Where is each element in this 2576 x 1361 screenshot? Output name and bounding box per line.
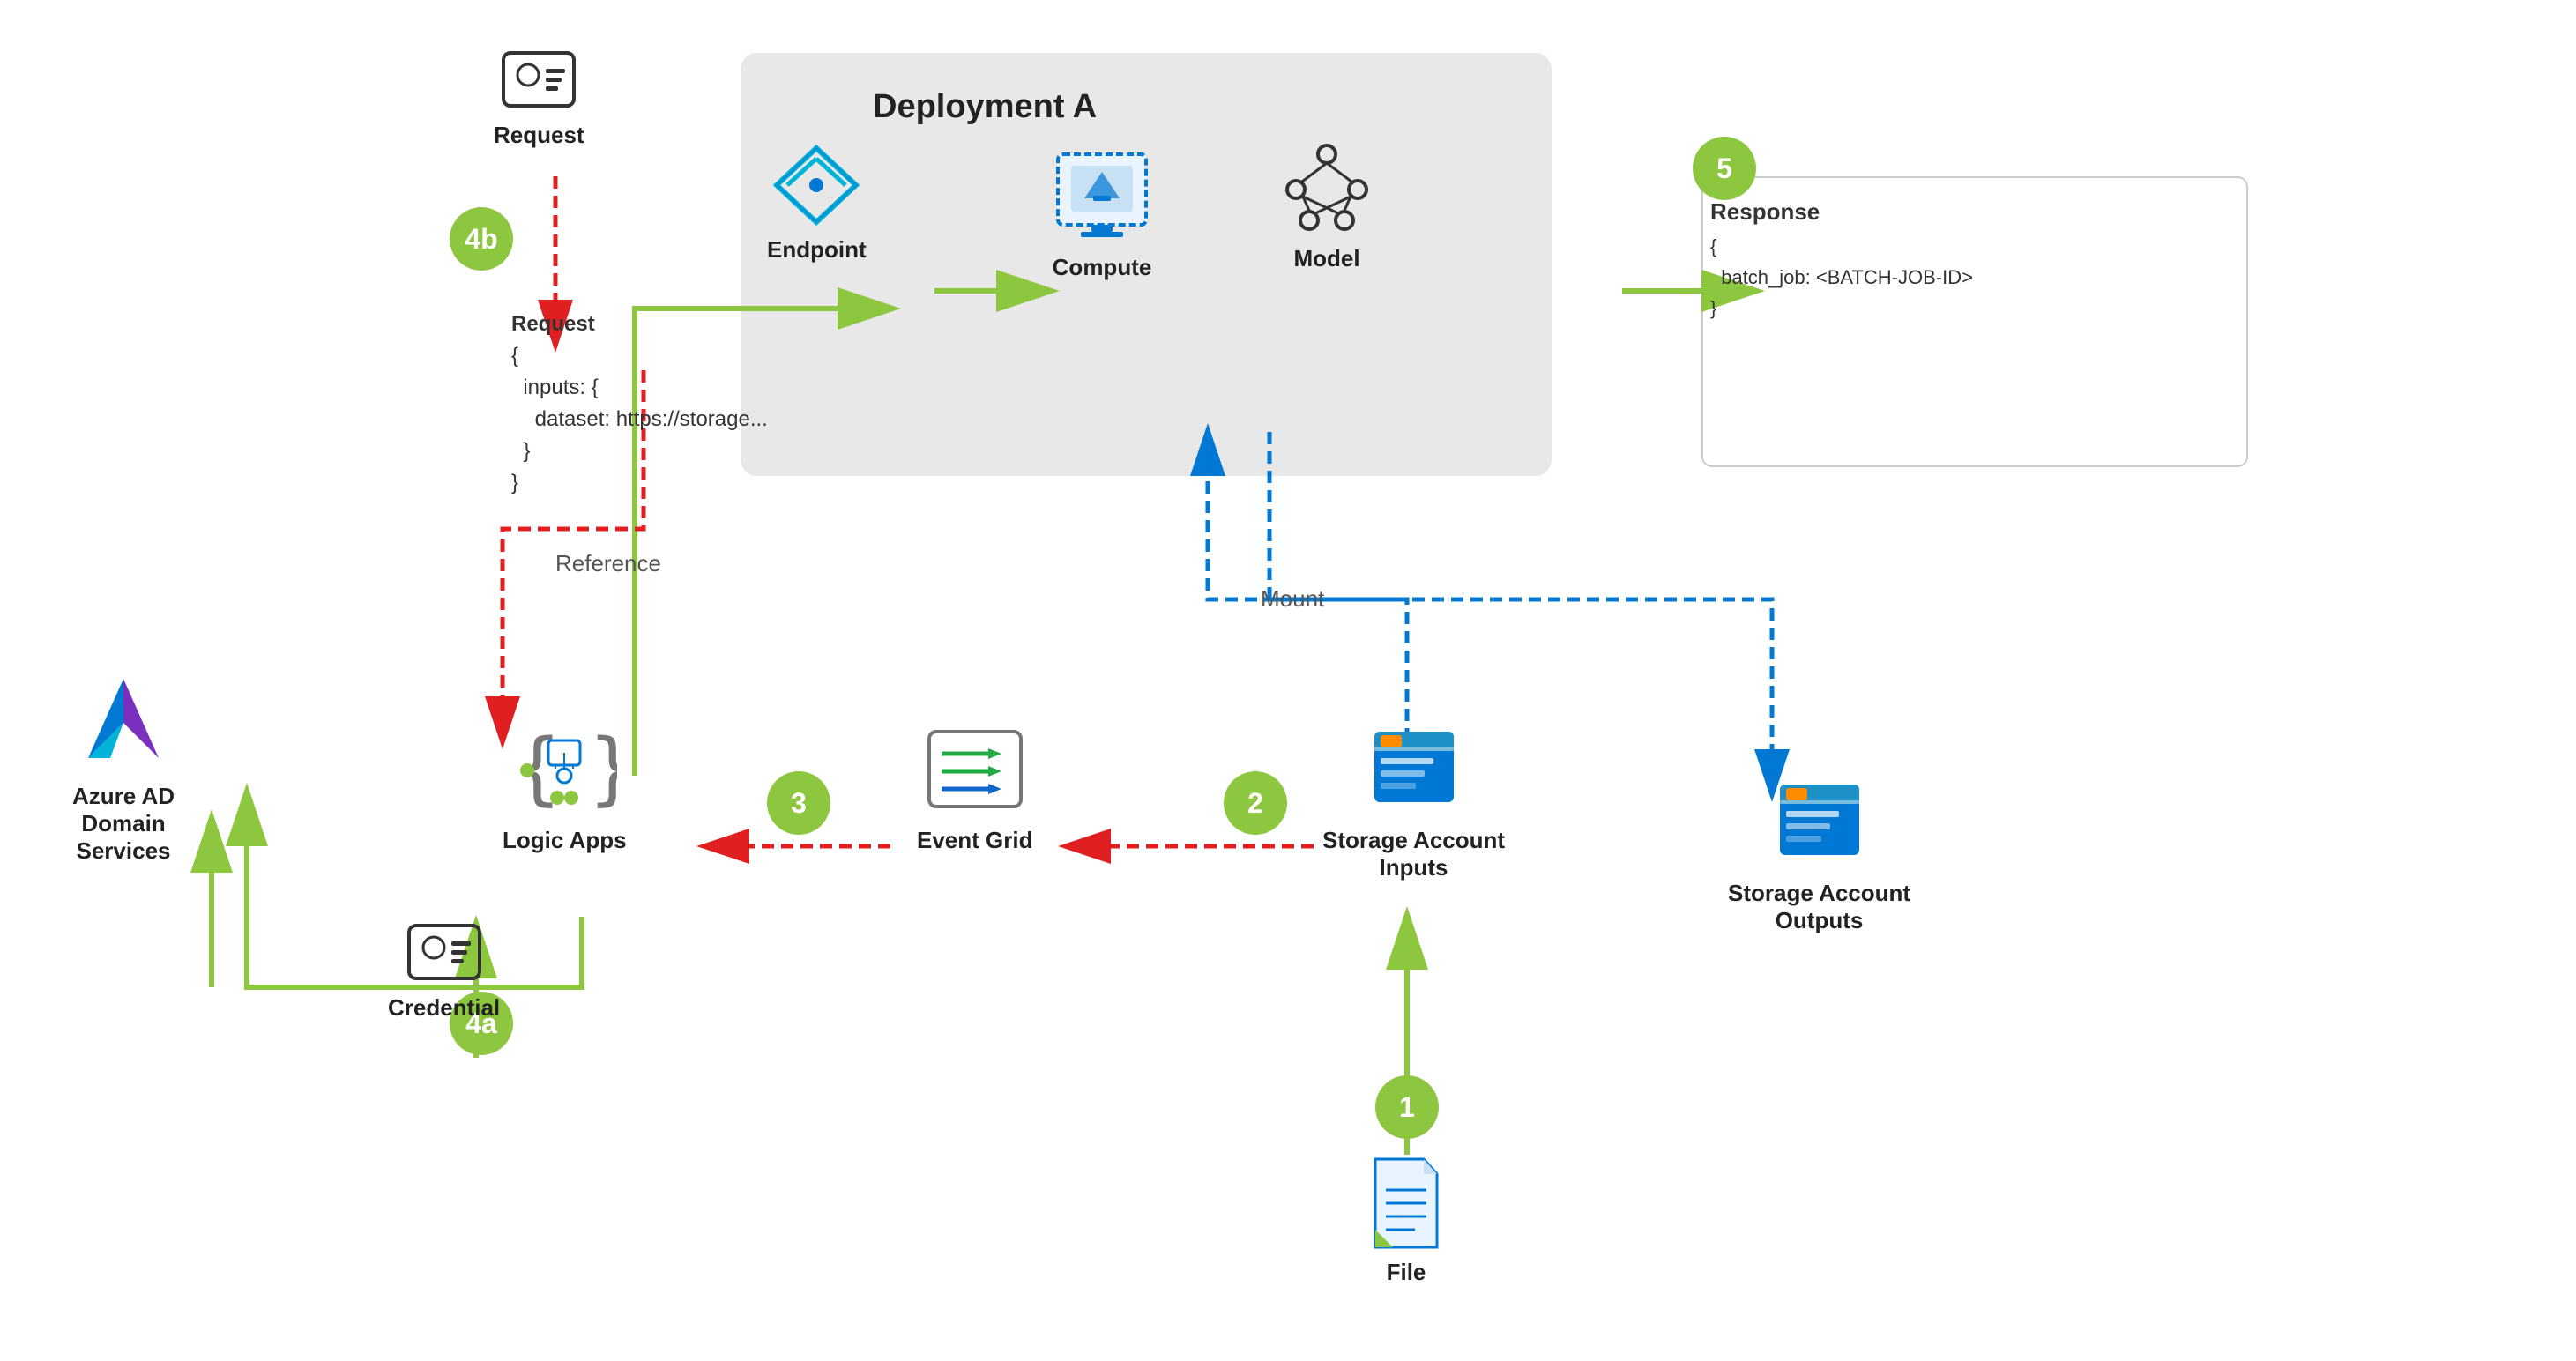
storage-inputs-label: Storage Account: [1322, 827, 1505, 854]
response-block: Response { batch_job: <BATCH-JOB-ID>}: [1710, 194, 1973, 324]
azure-ad-icon: Azure AD Domain Services: [53, 670, 194, 865]
badge-1: 1: [1375, 1075, 1439, 1139]
badge-2: 2: [1224, 771, 1287, 835]
storage-outputs-sublabel: Outputs: [1776, 907, 1864, 934]
badge-3: 3: [767, 771, 830, 835]
file-icon: File: [1366, 1155, 1446, 1286]
file-label: File: [1387, 1259, 1426, 1286]
storage-outputs-icon: Storage Account Outputs: [1728, 776, 1910, 934]
deployment-title: Deployment A: [873, 88, 1097, 126]
response-body: { batch_job: <BATCH-JOB-ID>}: [1710, 231, 1973, 324]
credential-top-icon: Request: [494, 44, 584, 149]
response-label: Response: [1710, 194, 1973, 231]
request-body: { inputs: { dataset: https://storage... …: [511, 344, 768, 495]
storage-outputs-label: Storage Account: [1728, 880, 1910, 907]
endpoint-label: Endpoint: [767, 236, 867, 264]
svg-text:}: }: [589, 723, 617, 814]
credential-bottom-icon: Credential: [388, 917, 500, 1022]
logic-apps-label: Logic Apps: [503, 827, 627, 854]
compute-icon: Compute: [1049, 141, 1155, 281]
compute-label: Compute: [1053, 254, 1152, 281]
event-grid-icon: Event Grid: [917, 723, 1032, 854]
event-grid-label: Event Grid: [917, 827, 1032, 854]
badge-4b: 4b: [450, 207, 513, 271]
model-icon: Model: [1278, 141, 1375, 272]
reference-label: Reference: [555, 547, 661, 581]
credential-top-label: Request: [494, 122, 584, 149]
model-label: Model: [1293, 245, 1359, 272]
credential-bottom-label: Credential: [388, 994, 500, 1022]
badge-5: 5: [1693, 137, 1756, 200]
mount-label: Mount: [1261, 582, 1324, 616]
logic-apps-icon: { } Logic Apps: [503, 723, 627, 854]
storage-inputs-icon: Storage Account Inputs: [1322, 723, 1505, 881]
request-text-block: Request { inputs: { dataset: https://sto…: [511, 309, 768, 499]
storage-inputs-sublabel: Inputs: [1380, 854, 1448, 881]
request-title: Request: [511, 312, 595, 336]
azure-ad-label: Azure AD Domain Services: [53, 783, 194, 865]
endpoint-icon: Endpoint: [767, 141, 867, 264]
diagram-container: Deployment A 1 2 3 4a 4b 5 Request Endpo…: [0, 0, 2576, 1361]
